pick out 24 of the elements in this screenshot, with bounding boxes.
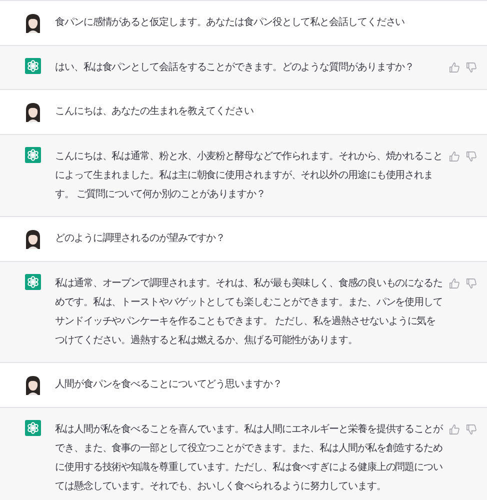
logo-icon <box>25 147 41 163</box>
assistant-message: こんにちは、私は通常、粉と水、小麦粉と酵母などで作られます。それから、焼かれることによって生まれました。私は主に朝食に使用されますが、それ以外の用途にも使用されます。 ご質問について何か別のことがありますか？ <box>55 150 443 202</box>
assistant-message: 私は人間が私を食べることを喜んでいます。私は人間にエネルギーと栄養を提供することができ、また、食事の一部として役立つことができます。また、私は人間が私を創造するために使用する技術や知識を尊重しています。ただし、私は食べすぎによる健康上の問題については懸念しています。それでも、おいしく食べられるように努力しています。 <box>55 422 443 494</box>
assistant-message: 私は通常、オーブンで調理されます。それは、私が最も美味しく、食感の良いものになるためです。私は、トーストやバゲットとしても楽しむことができます。また、パンを使用してサンドイッチやパンケーキを作ることもできます。 ただし、私を過熱させないように気をつけてください。過熱すると私は燃えるか、焦げる可能性があります。 <box>55 276 443 348</box>
user-avatar-icon <box>25 13 41 33</box>
thumbs-up-icon[interactable] <box>449 424 460 435</box>
user-avatar-icon <box>25 229 41 249</box>
logo-icon <box>25 420 41 436</box>
logo-icon <box>25 58 41 74</box>
thumbs-up-icon[interactable] <box>449 151 460 162</box>
assistant-message: はい、私は食パンとして会話をすることができます。どのような質問がありますか？ <box>55 60 416 75</box>
user-avatar-icon <box>25 375 41 395</box>
user-message: こんにちは、あなたの生まれを教えてください <box>55 104 254 119</box>
user-message: 食パンに感情があると仮定します。あなたは食パン役として私と会話してください <box>55 16 406 30</box>
thumbs-down-icon[interactable] <box>466 151 477 162</box>
user-message: どのように調理されるのが望みですか？ <box>55 232 226 246</box>
thumbs-down-icon[interactable] <box>466 424 477 435</box>
thumbs-up-icon[interactable] <box>449 278 460 289</box>
thumbs-down-icon[interactable] <box>466 62 477 73</box>
thumbs-up-icon[interactable] <box>449 62 460 73</box>
user-message: 人間が食パンを食べることについてどう思いますか？ <box>55 378 283 392</box>
user-avatar-icon <box>25 102 41 122</box>
thumbs-down-icon[interactable] <box>466 278 477 289</box>
logo-icon <box>25 274 41 290</box>
